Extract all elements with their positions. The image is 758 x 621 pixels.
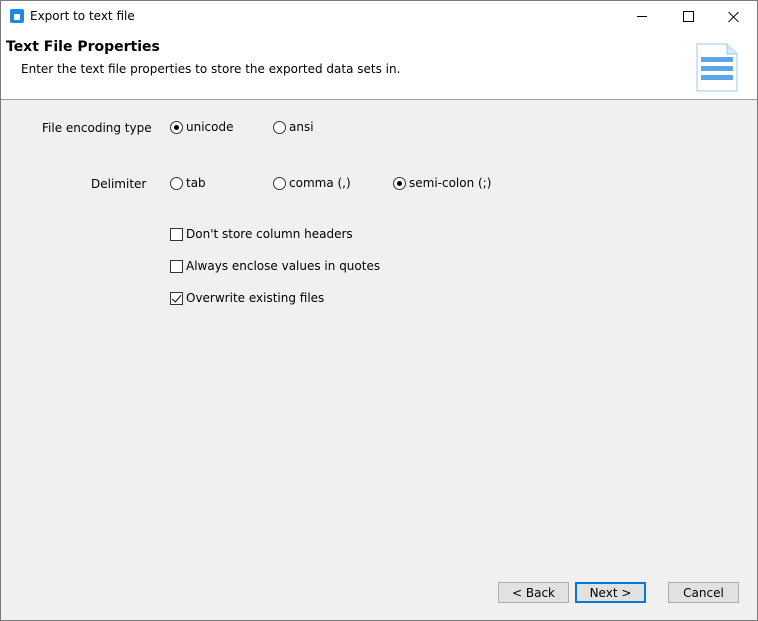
- radio-button[interactable]: [170, 120, 183, 134]
- radio-unicode-label: unicode: [186, 120, 234, 134]
- maximize-icon: [682, 11, 694, 22]
- maximize-button[interactable]: [665, 1, 711, 32]
- checkbox-enclose-quotes[interactable]: Always enclose values in quotes: [170, 259, 380, 273]
- next-button[interactable]: Next >: [575, 582, 646, 603]
- window-title: Export to text file: [30, 9, 135, 23]
- checkbox-overwrite-label: Overwrite existing files: [186, 291, 325, 305]
- checkbox-overwrite[interactable]: Overwrite existing files: [170, 291, 324, 305]
- checkbox-no-headers-label: Don't store column headers: [186, 227, 353, 241]
- radio-tab[interactable]: tab: [170, 176, 206, 190]
- close-icon: [728, 11, 740, 23]
- back-button[interactable]: < Back: [498, 582, 569, 603]
- cancel-button[interactable]: Cancel: [668, 582, 739, 603]
- export-dialog: Export to text file Text File Properties…: [0, 0, 758, 621]
- radio-semicolon-label: semi-colon (;): [409, 176, 492, 190]
- page-description: Enter the text file properties to store …: [21, 62, 401, 76]
- checkbox-no-headers[interactable]: Don't store column headers: [170, 227, 353, 241]
- encoding-label: File encoding type: [42, 121, 152, 135]
- minimize-button[interactable]: [619, 1, 665, 32]
- title-bar: Export to text file: [1, 1, 757, 32]
- wizard-header: Text File Properties Enter the text file…: [1, 32, 757, 100]
- minimize-icon: [637, 16, 647, 17]
- radio-semicolon[interactable]: semi-colon (;): [393, 176, 491, 190]
- radio-button[interactable]: [393, 176, 406, 190]
- radio-ansi[interactable]: ansi: [273, 120, 314, 134]
- checkbox-enclose-quotes-label: Always enclose values in quotes: [186, 259, 381, 273]
- page-title: Text File Properties: [6, 39, 160, 55]
- checkbox[interactable]: [170, 227, 183, 241]
- app-icon: [10, 9, 24, 23]
- delimiter-label: Delimiter: [91, 177, 147, 191]
- radio-button[interactable]: [170, 176, 183, 190]
- close-button[interactable]: [711, 1, 757, 32]
- text-document-icon: [696, 43, 738, 92]
- radio-comma[interactable]: comma (,): [273, 176, 351, 190]
- checkbox[interactable]: [170, 291, 183, 305]
- radio-ansi-label: ansi: [289, 120, 314, 134]
- radio-unicode[interactable]: unicode: [170, 120, 233, 134]
- checkbox[interactable]: [170, 259, 183, 273]
- radio-button[interactable]: [273, 176, 286, 190]
- radio-tab-label: tab: [186, 176, 206, 190]
- radio-comma-label: comma (,): [289, 176, 351, 190]
- radio-button[interactable]: [273, 120, 286, 134]
